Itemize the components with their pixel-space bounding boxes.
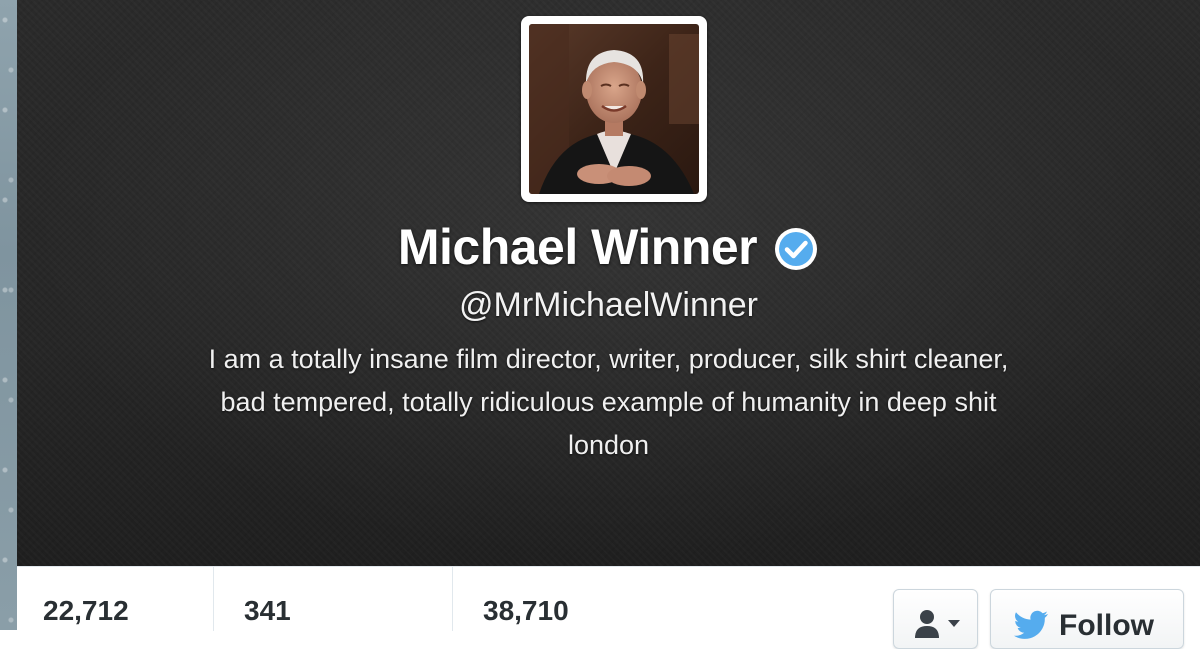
- stat-followers[interactable]: 38,710: [453, 567, 753, 631]
- bio-line: I am a totally insane film director, wri…: [208, 344, 1009, 374]
- stat-following-count: 341: [244, 595, 291, 626]
- page-background: [0, 0, 17, 630]
- profile-bio: I am a totally insane film director, wri…: [17, 338, 1200, 424]
- profile-name[interactable]: Michael Winner: [398, 218, 758, 276]
- follow-button[interactable]: Follow: [990, 589, 1184, 649]
- stat-tweets[interactable]: 22,712: [17, 567, 214, 631]
- user-icon: [915, 610, 939, 638]
- profile-header: Michael Winner @MrMichaelWinner I am a t…: [17, 0, 1200, 566]
- follow-button-label: Follow: [1059, 609, 1154, 642]
- verified-badge-icon: [775, 228, 818, 270]
- avatar-photo: [529, 24, 699, 194]
- chevron-down-icon: [948, 620, 960, 627]
- user-actions-dropdown-button[interactable]: [893, 589, 978, 649]
- stat-tweets-count: 22,712: [43, 595, 129, 626]
- name-row: Michael Winner: [17, 218, 1200, 276]
- avatar[interactable]: [521, 16, 707, 202]
- stat-followers-count: 38,710: [483, 595, 569, 626]
- bird-icon: [1014, 610, 1048, 639]
- stat-following[interactable]: 341: [214, 567, 453, 631]
- profile-handle: @MrMichaelWinner: [458, 286, 758, 324]
- bio-line: bad tempered, totally ridiculous example…: [220, 387, 997, 417]
- profile-location: london: [567, 430, 650, 460]
